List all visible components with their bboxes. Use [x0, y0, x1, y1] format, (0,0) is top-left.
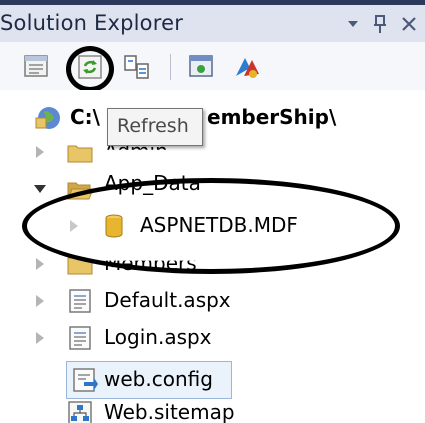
root-label-right: emberShip\: [207, 105, 337, 129]
close-icon[interactable]: [401, 16, 417, 32]
collapse-arrow-icon[interactable]: [34, 185, 46, 193]
solution-explorer-header: Solution Explorer: [0, 0, 425, 42]
aspx-page-icon: [69, 326, 91, 350]
tree-item-admin[interactable]: Admin: [0, 134, 425, 170]
pin-icon[interactable]: [373, 14, 387, 34]
sitemap-icon: [68, 401, 92, 423]
tree-item-label: Web.sitemap: [104, 400, 235, 423]
tree-item-label: Login.aspx: [104, 325, 212, 349]
database-highlight-ellipse: [22, 178, 400, 274]
expand-arrow-icon[interactable]: [36, 295, 44, 307]
config-file-icon: [73, 368, 98, 392]
asp-net-configuration-icon[interactable]: [232, 52, 262, 82]
nest-related-files-icon[interactable]: [122, 52, 152, 82]
root-label-left: C:\: [70, 105, 100, 129]
expand-arrow-icon[interactable]: [36, 258, 44, 270]
toolbar: [0, 42, 425, 90]
refresh-highlight-circle: [66, 46, 114, 92]
refresh-tooltip: Refresh: [107, 108, 203, 146]
dropdown-arrow-icon[interactable]: [347, 19, 359, 29]
toolbar-separator: [170, 54, 171, 80]
expand-arrow-icon[interactable]: [36, 146, 44, 158]
view-designer-icon[interactable]: [186, 52, 216, 82]
panel-title: Solution Explorer: [0, 11, 184, 35]
expand-arrow-icon[interactable]: [36, 332, 44, 344]
tree-root[interactable]: C:\ emberShip\: [0, 100, 425, 136]
tree-item-label: web.config: [104, 367, 213, 391]
website-globe-icon: [35, 107, 60, 129]
tree-item-login-aspx[interactable]: Login.aspx: [0, 320, 425, 356]
folder-icon: [67, 145, 93, 163]
tree-item-web-sitemap[interactable]: Web.sitemap: [0, 395, 425, 423]
properties-icon[interactable]: [22, 52, 52, 82]
aspx-page-icon: [69, 289, 91, 313]
tree-item-label: Default.aspx: [104, 288, 231, 312]
header-controls: [347, 11, 417, 37]
tree-item-web-config[interactable]: web.config: [0, 362, 425, 398]
tree-item-default-aspx[interactable]: Default.aspx: [0, 283, 425, 319]
